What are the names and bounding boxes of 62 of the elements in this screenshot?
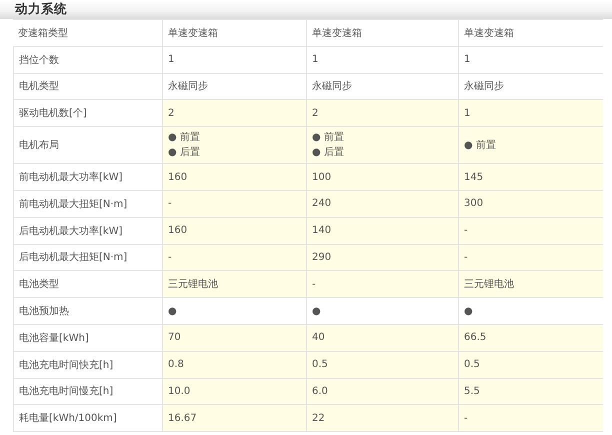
table-cell: 1 [458,100,603,128]
table-cell: 5.5 [458,378,603,406]
row-label: 电池充电时间快充[h] [13,352,162,379]
table-cell: 70 [162,324,306,352]
table-cell: 66.5 [458,324,603,352]
table-cell: ● [306,298,458,325]
row-label: 挡位个数 [13,46,162,74]
row-label: 电池容量[kWh] [13,324,162,352]
table-cell: 单速变速箱 [306,20,458,47]
table-cell: 16.67 [162,405,306,432]
table-cell: 单速变速箱 [458,20,603,47]
table-cell: 0.5 [458,352,603,379]
table-cell: 6.0 [306,378,458,406]
list-item: ● 后置 [312,146,345,160]
table-cell: - [458,244,603,272]
table-cell: 1 [306,46,458,74]
table-cell: 22 [306,405,458,432]
table-cell: 300 [458,190,603,218]
table-cell: - [162,244,306,272]
row-label: 前电动机最大功率[kW] [13,164,162,191]
table-cell: 单速变速箱 [162,20,306,47]
row-label: 前电动机最大扭矩[N·m] [13,190,162,218]
table-cell: 140 [306,218,458,245]
row-label: 驱动电机数[个] [13,100,162,128]
list-item: ● 前置 [464,138,497,153]
table-cell: 240 [306,190,458,218]
row-label: 电池类型 [13,271,162,298]
row-label: 后电动机最大扭矩[N·m] [13,244,162,272]
list-item: ● 后置 [168,146,201,160]
row-label: 电池预加热 [13,298,162,325]
table-cell: 三元锂电池 [458,271,603,298]
table-cell: - [458,405,603,432]
table-cell: 1 [162,46,306,74]
row-label: 电机类型 [13,74,162,100]
table-cell: - [306,271,458,298]
table-cell: 2 [306,100,458,128]
table-cell: 10.0 [162,378,306,406]
table-cell: 三元锂电池 [162,271,306,298]
table-cell: 1 [458,46,603,74]
table-cell: 永磁同步 [306,74,458,100]
row-label: 电机布局 [13,127,162,164]
table-cell: 永磁同步 [458,74,603,100]
table-cell: 永磁同步 [162,74,306,100]
table-cell: 145 [458,164,603,191]
table-cell: ● [162,298,306,325]
list-item: ● 前置 [168,130,201,146]
row-label: 耗电量[kWh/100km] [13,405,162,432]
table-cell: 100 [306,164,458,191]
table-cell: 2 [162,100,306,128]
table-cell: ● [458,298,603,325]
table-cell: - [458,218,603,245]
table-cell: - [162,190,306,218]
table-cell: 0.8 [162,352,306,379]
table-cell: 290 [306,244,458,272]
table-cell: 160 [162,164,306,191]
section-title: 动力系统 [15,1,67,18]
table-cell: 40 [306,324,458,352]
row-label: 后电动机最大功率[kW] [13,218,162,245]
table-cell: 0.5 [306,352,458,379]
table-cell: 160 [162,218,306,245]
row-label: 电池充电时间慢充[h] [13,378,162,406]
list-item: ● 前置 [312,130,345,146]
